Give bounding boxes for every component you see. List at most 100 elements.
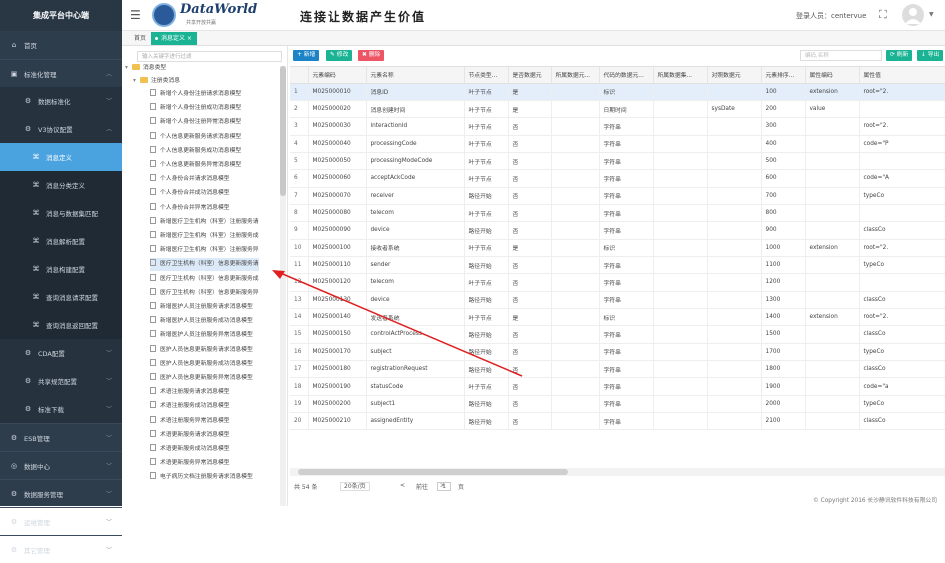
tree-item[interactable]: 术语更新服务成功消息模型 [150,443,230,456]
avatar[interactable] [902,4,924,26]
table-row[interactable]: 13 M025000130 device 路径开始否 字符串 1300 classCo [290,291,945,309]
sidebar-item-14[interactable]: ⚙ ESB管理 ﹀ [0,423,122,451]
table-row[interactable]: 17 M025000180 registrationRequest 路径开始否 字符串 1… [290,360,945,379]
tree-item[interactable]: 术语更新服务请求消息模型 [150,429,230,442]
tree-item[interactable]: 术语更新服务异常消息模型 [150,457,230,470]
column-header[interactable]: 代码的数据元... [599,67,654,84]
tree-item[interactable]: 个人身份合并成功消息模型 [150,187,230,200]
add-button[interactable]: + 新增 [293,50,320,61]
column-header[interactable]: 所属数据元... [551,67,600,84]
table-row[interactable]: 19 M025000200 subject1 路径开始否 字符串 2000 typeCo [290,395,945,414]
table-row[interactable]: 7 M025000070 receiver 路径开始否 字符串 700 typeCo [290,187,945,205]
tree-item[interactable]: 新增个人身份注册异常消息模型 [150,116,241,129]
tree-item[interactable]: 医疗卫生机构（科室）信息更新服务成 [150,273,259,286]
table-row[interactable]: 11 M025000110 sender 路径开始否 字符串 1100 typeCo [290,256,945,275]
caret-down-icon[interactable]: ▾ [125,62,132,75]
tree-item[interactable]: 术语注册服务请求消息模型 [150,386,230,399]
table-row[interactable]: 5 M025000050 processingModeCode 叶子节点否 字符串 500 [290,152,945,171]
sidebar-item-8[interactable]: ⌘ 消息构建配置 [0,255,122,283]
column-header[interactable]: 所属数据集... [653,67,708,84]
tree-item[interactable]: 医疗卫生机构（科室）信息更新服务请 [150,258,259,272]
search-input[interactable]: 编码,名称 [800,50,882,61]
tree-item[interactable]: 新增医护人员注册服务异常消息模型 [150,329,253,342]
column-header[interactable]: 对照数据元 [707,67,762,84]
tree-item[interactable]: 新增医疗卫生机构（科室）注册服务成 [150,230,259,243]
table-row[interactable]: 14 M025000140 发送者系统 叶子节点是 标识 1400 extension roo… [290,308,945,327]
table-row[interactable]: 18 M025000190 statusCode 叶子节点否 字符串 1900 code="… [290,377,945,396]
column-header[interactable]: 节点类型... [464,67,509,84]
sidebar-item-12[interactable]: ⚙ 共享规范配置 ﹀ [0,367,122,395]
table-row[interactable]: 9 M025000090 device 路径开始否 字符串 900 classCo [290,221,945,240]
sidebar-item-9[interactable]: ⌘ 查询消息请求配置 [0,283,122,311]
tree-item[interactable]: 医护人员信息更新服务成功消息模型 [150,358,253,371]
column-header[interactable] [290,67,309,84]
tree-item[interactable]: 新增个人身份注册成功消息模型 [150,102,241,115]
tree-item[interactable]: 电子病历文档注册服务请求消息模型 [150,471,253,484]
column-header[interactable]: 属性编码 [805,67,860,84]
table-row[interactable]: 6 M025000060 acceptAckCode 叶子节点否 字符串 600 code=… [290,169,945,188]
tree-item[interactable]: 个人信息更新服务请求消息模型 [150,131,241,144]
sidebar-item-16[interactable]: ⚙ 数据服务管理 ﹀ [0,479,122,507]
column-header[interactable]: 元素排序... [761,67,806,84]
tree-scrollbar[interactable] [280,66,286,506]
caret-down-icon[interactable]: ▼ [929,11,934,18]
column-header[interactable]: 属性值 [859,67,945,84]
export-button[interactable]: ↓ 导出 [917,50,944,61]
refresh-button[interactable]: ⟳ 刷新 [886,50,913,61]
menu-toggle-icon[interactable]: ☰ [130,8,141,22]
tree-item[interactable]: 个人身份合并异常消息模型 [150,202,230,215]
table-row[interactable]: 2 M025000020 消息创建时间 叶子节点是 日期时间 sysDate 200 valu… [290,100,945,119]
table-row[interactable]: 4 M025000040 processingCode 叶子节点否 字符串 400 code… [290,135,945,153]
sidebar-item-2[interactable]: ⚙ 数据标准化 ﹀ [0,87,122,115]
table-row[interactable]: 3 M025000030 interactionId 叶子节点否 字符串 300 root=… [290,117,945,136]
delete-button[interactable]: ✖ 删除 [358,50,385,61]
column-header[interactable]: 元素编码 [308,67,367,84]
horizontal-scrollbar[interactable] [290,468,945,476]
sidebar-item-5[interactable]: ⌘ 消息分类定义 [0,171,122,199]
fullscreen-icon[interactable]: ⛶ [879,8,887,22]
sidebar-item-10[interactable]: ⌘ 查询消息返回配置 [0,311,122,339]
tree-item[interactable]: 医护人员信息更新服务异常消息模型 [150,372,253,385]
column-header[interactable]: 是否数据元 [508,67,552,84]
tree-item[interactable]: 新增医疗卫生机构（科室）注册服务异 [150,244,259,257]
sidebar-item-0[interactable]: ⌂ 首页 [0,31,122,59]
sidebar-item-4[interactable]: ⌘ 消息定义 [0,143,122,171]
horizontal-scroll-thumb[interactable] [298,469,568,475]
sidebar-item-15[interactable]: ◎ 数据中心 ﹀ [0,451,122,479]
sidebar-item-6[interactable]: ⌘ 消息与数据集匹配 [0,199,122,227]
tree-item[interactable]: 新增医疗卫生机构（科室）注册服务请 [150,216,259,229]
table-row[interactable]: 16 M025000170 subject 路径开始否 字符串 1700 typeCo [290,343,945,362]
table-row[interactable]: 8 M025000080 telecom 叶子节点否 字符串 800 [290,204,945,223]
sidebar-item-18[interactable]: ⚙ 其它管理 ﹀ [0,535,122,563]
tree-filter-input[interactable]: 输入关键字进行过滤 [137,51,282,62]
sidebar-item-1[interactable]: ▣ 标准化管理 ︿ [0,59,122,87]
tree-item[interactable]: 医护人员信息更新服务请求消息模型 [150,344,253,357]
tree-item[interactable]: 个人身份合并请求消息模型 [150,173,230,186]
tab-home[interactable]: 首页 [128,32,152,45]
column-header[interactable]: 元素名称 [366,67,465,84]
tree-root-node[interactable]: ▾ 消息类型 [125,62,166,75]
tree-item[interactable]: 个人信息更新服务异常消息模型 [150,159,241,172]
table-row[interactable]: 12 M025000120 telecom 叶子节点否 字符串 1200 [290,273,945,292]
tree-group-node[interactable]: ▾ 注册类消息 [133,75,180,88]
tree-item[interactable]: 新增医护人员注册服务请求消息模型 [150,301,253,314]
sidebar-item-13[interactable]: ⚙ 标准下载 ﹀ [0,395,122,423]
caret-down-icon[interactable]: ▾ [133,75,140,88]
tree-item[interactable]: 术语注册服务成功消息模型 [150,400,230,413]
sidebar-item-17[interactable]: ⚙ 运维管理 ﹀ [0,507,122,535]
tree-item[interactable]: 术语注册服务异常消息模型 [150,415,230,428]
tree-scroll-thumb[interactable] [280,66,286,196]
table-row[interactable]: 20 M025000210 assignedEntity 路径开始否 字符串 2100 cl… [290,412,945,431]
tree-item[interactable]: 个人信息更新服务成功消息模型 [150,145,241,158]
prev-page-button[interactable]: < [400,482,405,489]
sidebar-item-7[interactable]: ⌘ 消息解析配置 [0,227,122,255]
table-row[interactable]: 10 M025000100 接收者系统 叶子节点是 标识 1000 extension roo… [290,239,945,257]
edit-button[interactable]: ✎ 修改 [326,50,353,61]
tree-item[interactable]: 新增个人身份注册请求消息模型 [150,88,241,101]
tree-item[interactable]: 医疗卫生机构（科室）信息更新服务异 [150,287,259,300]
tree-item[interactable]: 新增医护人员注册服务成功消息模型 [150,315,253,328]
sidebar-item-11[interactable]: ⚙ CDA配置 ﹀ [0,339,122,367]
page-size-select[interactable]: 20条/页 [340,482,370,491]
table-row[interactable]: 15 M025000150 controlActProcess 路径开始否 字符串 150… [290,325,945,344]
sidebar-item-3[interactable]: ⚙ V3协议配置 ︿ [0,115,122,143]
